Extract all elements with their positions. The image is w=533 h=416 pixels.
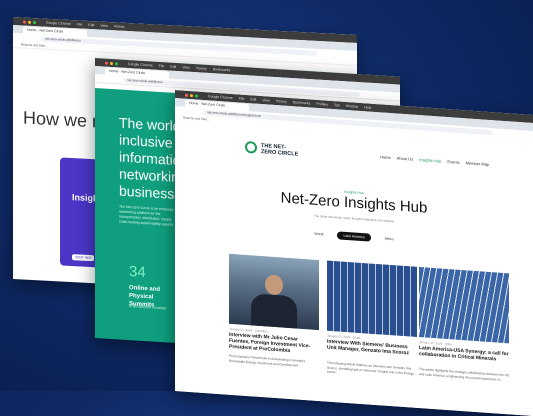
- window-controls[interactable]: [23, 20, 36, 24]
- window-controls[interactable]: [185, 93, 198, 98]
- window-controls[interactable]: [105, 61, 118, 65]
- person-body: [251, 293, 297, 329]
- site-nav: Home About Us Insights Hub Events Member…: [380, 154, 489, 167]
- person-head: [265, 274, 283, 296]
- site-logo-text[interactable]: THE NET-ZERO CIRCLE: [261, 143, 301, 158]
- article-title[interactable]: Interview with Mr Julio Cesar Fuentes, F…: [229, 332, 319, 356]
- nav-events[interactable]: Events: [447, 159, 459, 165]
- menu-history[interactable]: History: [114, 24, 125, 29]
- browser-window-front: Google Chrome File Edit View History Boo…: [175, 90, 533, 416]
- menu-edit[interactable]: Edit: [88, 23, 94, 27]
- article-image: [327, 260, 417, 337]
- minimize-window-icon[interactable]: [28, 20, 31, 24]
- filter-africa[interactable]: Africa: [379, 234, 400, 243]
- menu-tab[interactable]: Tab: [334, 103, 340, 107]
- article-image: [419, 267, 509, 344]
- article-card[interactable]: January 01, 2024 · Colombia Interview wi…: [229, 253, 319, 410]
- article-card[interactable]: January 01, 2024 · Brazil Interview With…: [327, 260, 417, 416]
- close-window-icon[interactable]: [185, 93, 188, 97]
- hero-heading: How we n: [23, 107, 103, 132]
- nav-member-map[interactable]: Member Map: [466, 160, 490, 167]
- filter-latin-america[interactable]: Latin America: [337, 231, 371, 242]
- article-title[interactable]: Interview With Siemens' Business Unit Ma…: [327, 339, 417, 357]
- menu-window[interactable]: Window: [346, 104, 358, 109]
- menu-history[interactable]: History: [196, 66, 207, 71]
- article-excerpt: The following article features an interv…: [327, 360, 414, 376]
- minimize-window-icon[interactable]: [110, 61, 113, 65]
- visit-insights-button[interactable]: VISIT INSI: [72, 254, 95, 262]
- article-card[interactable]: January 01, 2024 · Chile Latin America-U…: [419, 267, 509, 416]
- app-name: Google Chrome: [208, 94, 233, 101]
- menu-view[interactable]: View: [100, 24, 108, 28]
- menu-history[interactable]: History: [276, 99, 287, 104]
- article-title[interactable]: Latin America-USA Synergy: a call for co…: [419, 345, 509, 363]
- menu-bookmarks[interactable]: Bookmarks: [293, 100, 311, 105]
- close-window-icon[interactable]: [105, 61, 108, 65]
- nav-home[interactable]: Home: [380, 154, 391, 160]
- app-name: Google Chrome: [128, 62, 153, 68]
- app-name: Google Chrome: [46, 20, 71, 27]
- menu-view[interactable]: View: [262, 98, 270, 103]
- minimize-window-icon[interactable]: [190, 93, 193, 97]
- stat-number: 34: [129, 263, 146, 282]
- article-excerpt: ProColombia's Partial Role in Accelerati…: [229, 353, 306, 368]
- article-excerpt: The article highlights the strategic col…: [419, 367, 510, 382]
- bookmark-item[interactable]: Resume and Start...: [21, 42, 48, 47]
- maximize-window-icon[interactable]: [195, 93, 198, 98]
- article-image: [229, 253, 319, 331]
- insights-page: THE NET-ZERO CIRCLE Home About Us Insigh…: [175, 120, 533, 416]
- menu-file[interactable]: File: [159, 64, 165, 68]
- menu-edit[interactable]: Edit: [170, 65, 176, 69]
- hero-description: The Net-Zero Circle is an exclusive netw…: [119, 204, 177, 227]
- menu-help[interactable]: Help: [364, 105, 371, 110]
- maximize-window-icon[interactable]: [33, 20, 36, 24]
- menu-file[interactable]: File: [239, 96, 245, 100]
- menu-view[interactable]: View: [182, 65, 190, 69]
- menu-edit[interactable]: Edit: [250, 97, 256, 101]
- menu-profiles[interactable]: Profiles: [316, 102, 328, 107]
- menu-file[interactable]: File: [77, 22, 83, 26]
- nav-insights-hub[interactable]: Insights Hub: [419, 157, 441, 164]
- maximize-window-icon[interactable]: [115, 61, 118, 65]
- nav-about[interactable]: About Us: [397, 156, 413, 162]
- filter-world[interactable]: World: [308, 229, 329, 238]
- close-window-icon[interactable]: [23, 20, 26, 24]
- net-zero-logo-icon[interactable]: [245, 140, 257, 154]
- menu-bookmarks[interactable]: Bookmarks: [213, 67, 231, 72]
